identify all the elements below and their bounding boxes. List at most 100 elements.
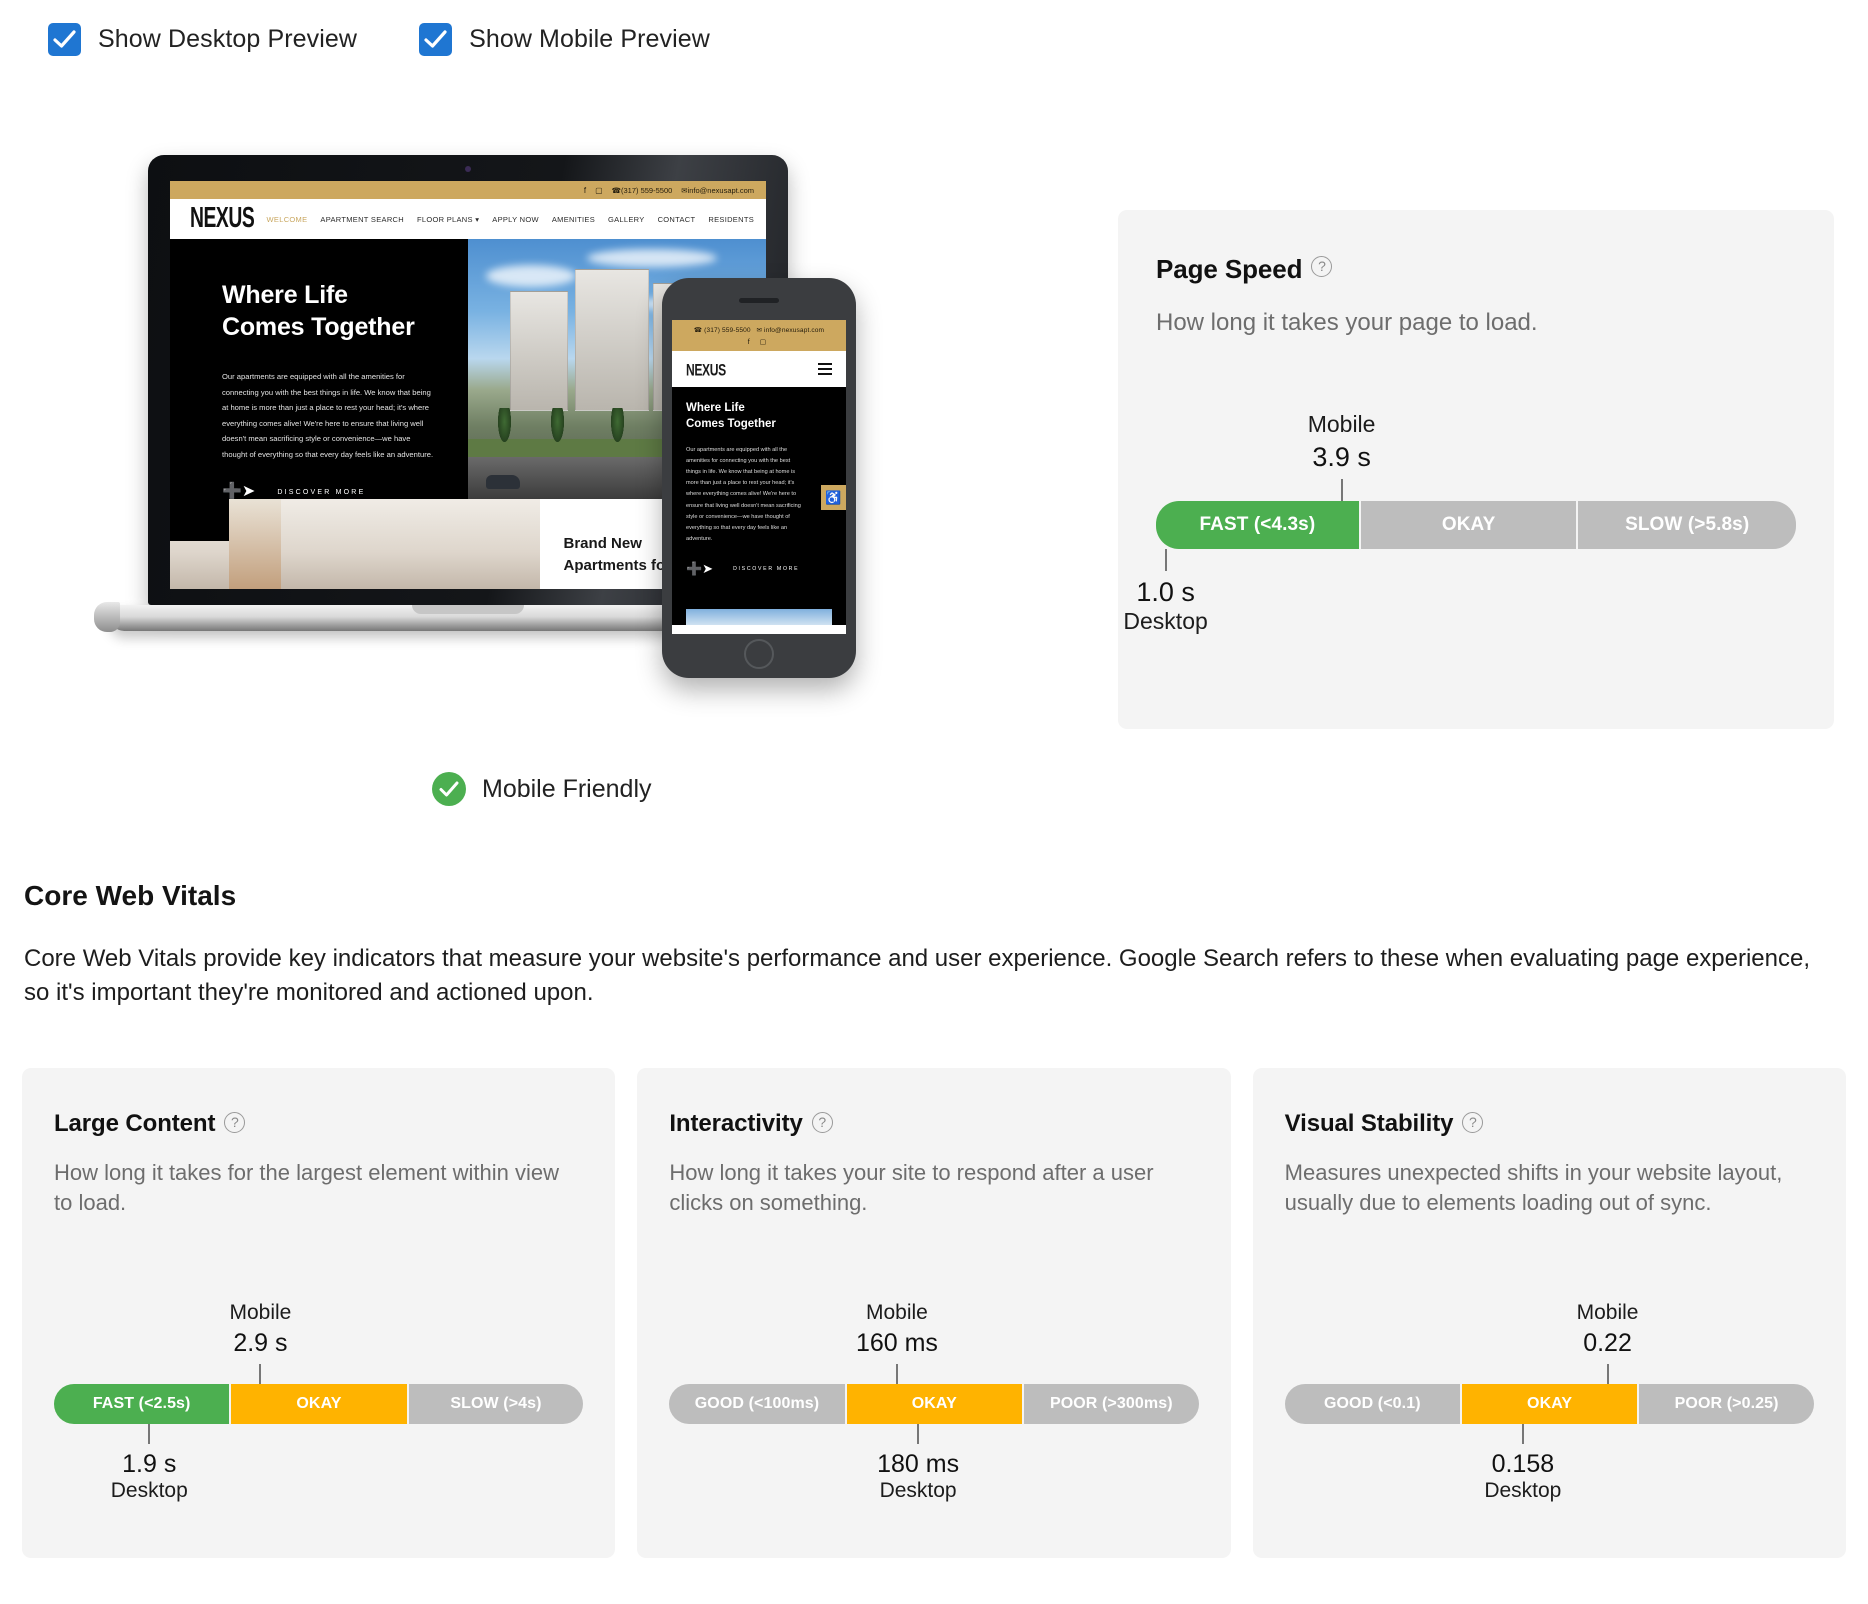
site-nav-apply-now: APPLY NOW (492, 214, 539, 224)
mobile-screen: ☎ (317) 559-5500 ✉ info@nexusapt.com f ▢… (672, 320, 846, 634)
facebook-icon: f (583, 185, 587, 195)
site-hero-cta: ➕➤ DISCOVER MORE (222, 484, 434, 500)
site-hero-paragraph: Our apartments are equipped with all the… (222, 372, 434, 459)
visual-stability-desktop-marker-area: 0.158 Desktop (1285, 1424, 1814, 1516)
laptop-foot (94, 602, 120, 632)
visual-stability-mobile-marker: Mobile 0.22 (1498, 1301, 1718, 1384)
page-speed-segment-okay: OKAY (1360, 501, 1579, 550)
marker-device: Mobile (866, 1301, 928, 1324)
visual-stability-mobile-marker-area: Mobile 0.22 (1285, 1288, 1814, 1384)
large-content-segment-okay: OKAY (231, 1384, 409, 1424)
tree-shape (497, 407, 511, 442)
hamburger-menu-icon[interactable] (818, 363, 832, 375)
tree-shape (551, 407, 565, 442)
marker-device: Desktop (110, 1479, 188, 1502)
page-speed-title-row: Page Speed ? (1156, 254, 1796, 285)
toggle-desktop-label: Show Desktop Preview (98, 24, 358, 53)
mobile-contact-line: ☎ (317) 559-5500 ✉ info@nexusapt.com (693, 327, 825, 334)
interactivity-title-row: Interactivity ? (669, 1110, 1198, 1138)
site-hero-text: Where Life Comes Together Our apartments… (170, 239, 468, 500)
tree-shape (611, 407, 625, 442)
toggle-show-mobile-preview[interactable]: Show Mobile Preview (419, 22, 710, 56)
page-speed-segment-slow: SLOW (>5.8s) (1578, 501, 1796, 550)
page-speed-mobile-marker-area: Mobile 3.9 s (1156, 397, 1796, 502)
site-nav-apartment-search: APARTMENT SEARCH (320, 214, 404, 224)
site-nav-residents: RESIDENTS (708, 214, 754, 224)
interactivity-desktop-marker-area: 180 ms Desktop (669, 1424, 1198, 1516)
mobile-hero: Where Life Comes Together Our apartments… (672, 387, 846, 625)
core-web-vitals-cards: Large Content ? How long it takes for th… (22, 1068, 1846, 1558)
core-web-vitals-heading: Core Web Vitals (24, 880, 237, 911)
marker-device: Mobile (229, 1301, 292, 1324)
marker-line (1164, 549, 1167, 572)
large-content-description: How long it takes for the largest elemen… (54, 1160, 560, 1215)
marker-line (895, 1364, 898, 1384)
mobile-social-icons: f ▢ (747, 339, 771, 346)
checkbox-mobile-preview[interactable] (419, 22, 453, 56)
toggle-mobile-label: Show Mobile Preview (469, 24, 710, 53)
site-phone: ☎(317) 559-5500 (611, 185, 673, 195)
marker-device: Desktop (1123, 608, 1208, 635)
large-content-gauge: Mobile 2.9 s FAST (<2.5s) OKAY SLOW (>4s… (54, 1288, 584, 1516)
marker-line (917, 1424, 920, 1444)
visual-stability-segment-poor: POOR (>0.25) (1639, 1384, 1814, 1424)
instagram-icon: ▢ (595, 185, 603, 195)
large-content-bar: FAST (<2.5s) OKAY SLOW (>4s) (54, 1384, 584, 1424)
site-cta-label: DISCOVER MORE (277, 488, 366, 496)
page-speed-bar: FAST (<4.3s) OKAY SLOW (>5.8s) (1156, 501, 1796, 550)
building-shape (575, 268, 650, 411)
site-nav-welcome: WELCOME (266, 214, 308, 224)
visual-stability-segment-okay: OKAY (1461, 1384, 1640, 1424)
large-content-help-icon[interactable]: ? (224, 1112, 246, 1133)
interactivity-mobile-marker-area: Mobile 160 ms (669, 1288, 1198, 1384)
interactivity-card: Interactivity ? How long it takes your s… (637, 1068, 1231, 1558)
interactivity-gauge: Mobile 160 ms GOOD (<100ms) OKAY POOR (>… (669, 1288, 1199, 1516)
toggle-show-desktop-preview[interactable]: Show Desktop Preview (48, 22, 358, 56)
preview-toggles: Show Desktop Preview Show Mobile Preview (0, 0, 1868, 62)
mobile-navbar: NEXUS (672, 351, 846, 387)
site-contact-bar: f ▢ ☎(317) 559-5500 ✉info@nexusapt.com (170, 181, 766, 199)
laptop-notch (412, 605, 524, 614)
page-speed-help-icon[interactable]: ? (1311, 256, 1333, 277)
phone-speaker (739, 298, 779, 303)
interactivity-bar: GOOD (<100ms) OKAY POOR (>300ms) (669, 1384, 1199, 1424)
mobile-preview: ☎ (317) 559-5500 ✉ info@nexusapt.com f ▢… (662, 278, 856, 678)
marker-line (1606, 1364, 1609, 1384)
mobile-cta-label: DISCOVER MORE (733, 566, 800, 573)
marker-value: 180 ms (877, 1450, 960, 1478)
phone-home-button (744, 639, 774, 669)
mobile-contact-bar: ☎ (317) 559-5500 ✉ info@nexusapt.com f ▢ (672, 320, 846, 351)
visual-stability-bar: GOOD (<0.1) OKAY POOR (>0.25) (1284, 1384, 1814, 1424)
marker-value: 0.22 (1583, 1329, 1632, 1357)
interactivity-help-icon[interactable]: ? (811, 1112, 833, 1133)
large-content-segment-fast: FAST (<2.5s) (54, 1384, 232, 1424)
site-logo: NEXUS (190, 202, 255, 234)
marker-value: 2.9 s (233, 1329, 288, 1357)
site-email: ✉info@nexusapt.com (681, 185, 754, 195)
marker-value: 160 ms (855, 1329, 938, 1357)
visual-stability-desktop-marker: 0.158 Desktop (1413, 1424, 1633, 1503)
checkbox-desktop-preview[interactable] (48, 22, 81, 56)
large-content-segment-slow: SLOW (>4s) (408, 1384, 584, 1424)
device-preview-area: f ▢ ☎(317) 559-5500 ✉info@nexusapt.com N… (0, 110, 1120, 730)
mobile-hero-cta: ➕➤ DISCOVER MORE (686, 561, 832, 577)
marker-line (1521, 1424, 1524, 1444)
marker-device: Desktop (879, 1479, 957, 1502)
page-speed-description: How long it takes your page to load. (1156, 309, 1538, 336)
visual-stability-gauge: Mobile 0.22 GOOD (<0.1) OKAY POOR (>0.25… (1284, 1288, 1814, 1516)
marker-value: 1.9 s (122, 1450, 177, 1478)
large-content-card: Large Content ? How long it takes for th… (22, 1068, 616, 1558)
laptop-camera-icon (465, 166, 471, 172)
mobile-hero-paragraph: Our apartments are equipped with all the… (686, 446, 801, 543)
page-speed-gauge: Mobile 3.9 s FAST (<4.3s) OKAY SLOW (>5.… (1123, 397, 1796, 645)
accessibility-icon[interactable]: ♿ (821, 485, 846, 510)
marker-line (1340, 479, 1343, 502)
large-content-title-row: Large Content ? (54, 1110, 583, 1138)
visual-stability-help-icon[interactable]: ? (1462, 1112, 1484, 1133)
visual-stability-title: Visual Stability (1284, 1110, 1454, 1137)
mobile-site-logo: NEXUS (686, 359, 726, 379)
marker-value: 3.9 s (1312, 442, 1371, 473)
car-shape (485, 474, 520, 489)
page-speed-mobile-marker: Mobile 3.9 s (1232, 411, 1452, 502)
mobile-hero-heading: Where Life Comes Together (686, 402, 776, 431)
